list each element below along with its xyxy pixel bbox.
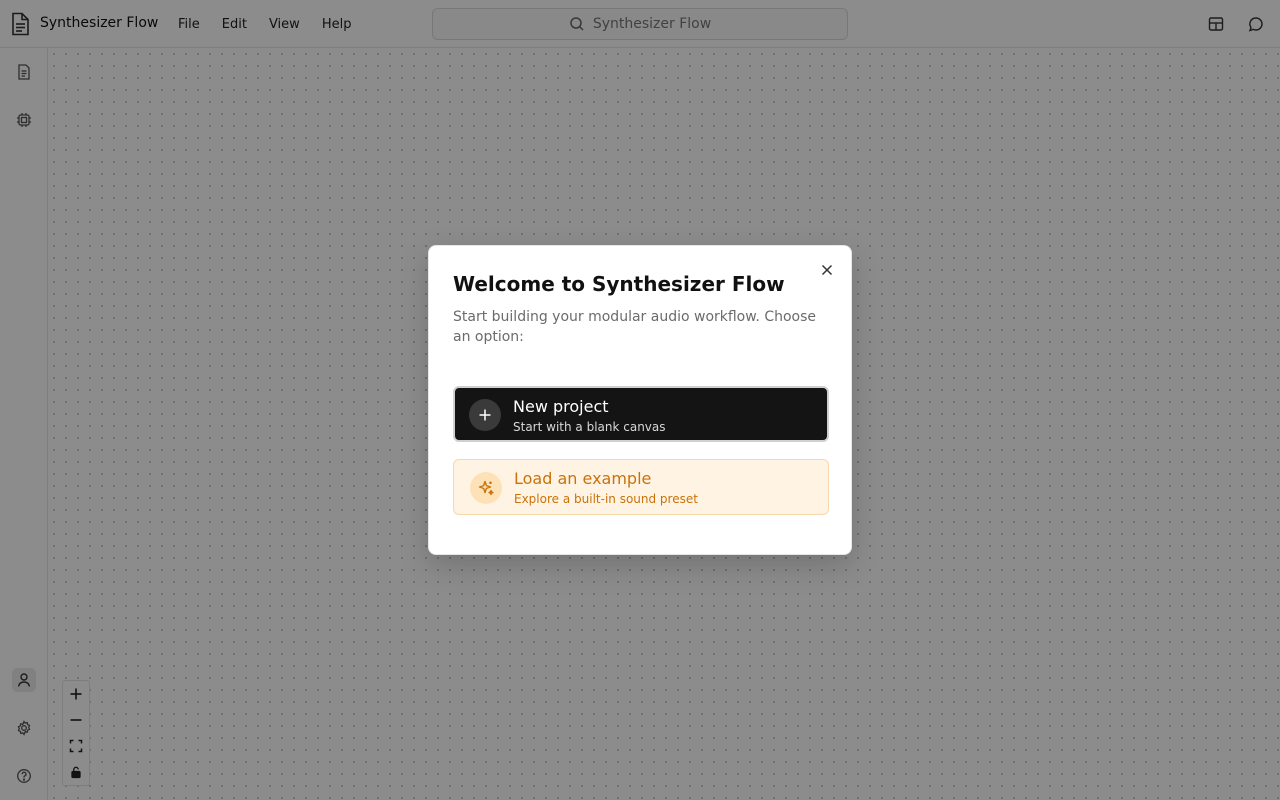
close-button[interactable] bbox=[819, 262, 835, 278]
new-project-button[interactable]: New project Start with a blank canvas bbox=[453, 386, 829, 442]
close-icon bbox=[821, 264, 833, 276]
plus-icon bbox=[469, 399, 501, 431]
welcome-dialog: Welcome to Synthesizer Flow Start buildi… bbox=[428, 245, 852, 555]
dialog-title: Welcome to Synthesizer Flow bbox=[453, 272, 785, 296]
load-example-subtitle: Explore a built-in sound preset bbox=[514, 492, 698, 506]
new-project-subtitle: Start with a blank canvas bbox=[513, 420, 666, 434]
dialog-description: Start building your modular audio workfl… bbox=[453, 309, 817, 345]
load-example-title: Load an example bbox=[514, 469, 652, 488]
new-project-title: New project bbox=[513, 397, 609, 416]
sparkle-icon bbox=[470, 472, 502, 504]
load-example-button[interactable]: Load an example Explore a built-in sound… bbox=[453, 459, 829, 515]
